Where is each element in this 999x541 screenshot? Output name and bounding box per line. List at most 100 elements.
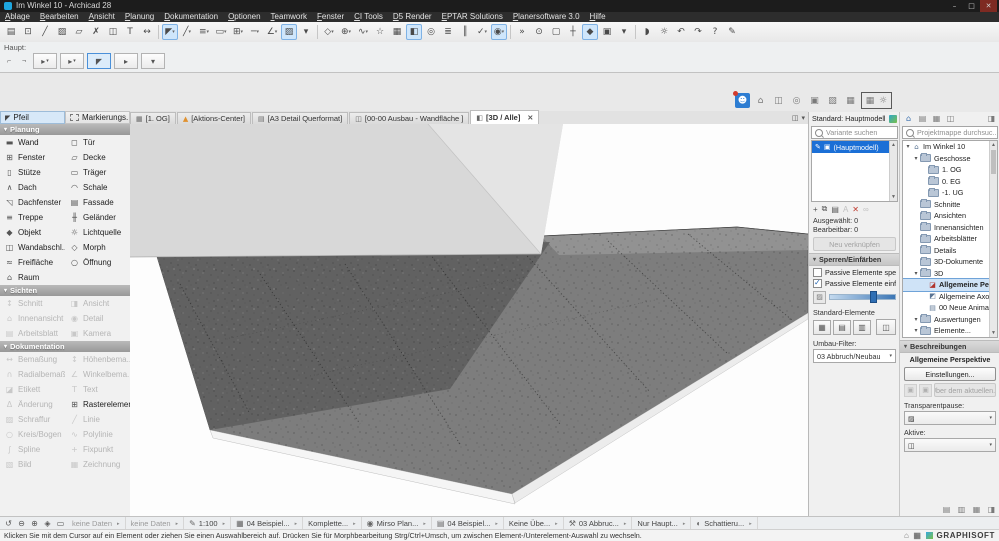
angle-icon[interactable]: ∠ bbox=[264, 24, 280, 40]
tool-schale[interactable]: ◠Schale bbox=[65, 180, 130, 195]
tree-item-0-eg[interactable]: 0. EG bbox=[903, 176, 997, 188]
tool-stuetze[interactable]: ▯Stütze bbox=[0, 165, 65, 180]
zoom-out-icon[interactable]: ⊖ bbox=[15, 519, 28, 528]
model-compare-icon[interactable]: ◫ bbox=[771, 93, 786, 108]
tool-polylinie[interactable]: ∿Polylinie bbox=[65, 427, 130, 442]
history-back-icon[interactable]: ↺ bbox=[2, 519, 15, 528]
tool-bemassung[interactable]: ↔Bemaßung bbox=[0, 352, 65, 367]
menu-hilfe[interactable]: Hilfe bbox=[585, 12, 611, 22]
expander-icon[interactable]: ▾ bbox=[904, 143, 912, 150]
lock-section-header[interactable]: Sperren/Einfärben bbox=[809, 253, 900, 266]
duplicate-icon[interactable]: ⧉ bbox=[822, 204, 828, 214]
check-dropdown-icon[interactable]: ✓ bbox=[474, 24, 490, 40]
variant-search-input[interactable]: Variante suchen bbox=[811, 126, 898, 139]
settings-button[interactable]: Einstellungen... bbox=[904, 367, 996, 381]
tool-raum[interactable]: ⌂Raum bbox=[0, 270, 65, 285]
menu-d5-render[interactable]: D5 Render bbox=[388, 12, 437, 22]
add-icon[interactable]: + bbox=[813, 205, 818, 214]
relink-button[interactable]: Neu verknüpfen bbox=[813, 237, 896, 251]
dock-left-icon[interactable]: ⌐ bbox=[3, 55, 15, 67]
close-button[interactable]: ✕ bbox=[980, 0, 997, 12]
arrow-tool-icon[interactable]: ◤ bbox=[162, 24, 178, 40]
grid-view-icon[interactable]: ▦ bbox=[813, 320, 831, 335]
tool-schraffur[interactable]: ▨Schraffur bbox=[0, 412, 65, 427]
mesh-icon[interactable]: ▦ bbox=[389, 24, 405, 40]
tab-3d-alle[interactable]: ◧[3D / Alle]✕ bbox=[470, 110, 539, 124]
explore-icon[interactable]: » bbox=[514, 24, 530, 40]
next-combo-button[interactable]: ▸▾ bbox=[60, 53, 84, 69]
camera-icon[interactable]: ▣ bbox=[807, 93, 822, 108]
arrow-cursor-button[interactable]: ◤ bbox=[87, 53, 111, 69]
folder-icon[interactable]: ▤ bbox=[831, 205, 839, 214]
crosshair-icon[interactable]: ┼ bbox=[565, 24, 581, 40]
layout-book-icon[interactable]: ▦ bbox=[931, 113, 942, 124]
expander-icon[interactable]: ▾ bbox=[912, 270, 920, 277]
scrollbar-thumb[interactable] bbox=[991, 150, 996, 174]
menu-teamwork[interactable]: Teamwork bbox=[266, 12, 312, 22]
dock-right-icon[interactable]: ¬ bbox=[18, 55, 30, 67]
render-icon[interactable]: ▧ bbox=[825, 93, 840, 108]
fit-view-icon[interactable]: ▭ bbox=[54, 519, 67, 528]
rename-icon[interactable]: A bbox=[843, 205, 848, 214]
layout-panel-icon[interactable]: ◧ bbox=[406, 24, 422, 40]
tool-freiflaeche[interactable]: ≈Freifläche bbox=[0, 255, 65, 270]
tool-fassade[interactable]: ▤Fassade bbox=[65, 195, 130, 210]
menu-ablage[interactable]: Ablage bbox=[0, 12, 35, 22]
tab-1-og[interactable]: ▦[1. OG] bbox=[130, 112, 176, 124]
minimize-button[interactable]: – bbox=[946, 0, 963, 12]
spline-icon[interactable]: ∿ bbox=[355, 24, 371, 40]
text-style-icon[interactable]: T bbox=[122, 24, 138, 40]
pen-weight-icon[interactable]: ≡ bbox=[196, 24, 212, 40]
arrow-tool-tab[interactable]: ◤ Pfeil bbox=[0, 111, 65, 124]
view-map-icon[interactable]: ▤ bbox=[917, 113, 928, 124]
toolbox-section-sichten[interactable]: Sichten bbox=[0, 285, 130, 296]
publisher-icon[interactable]: ◫ bbox=[945, 113, 956, 124]
tree-item-im-winkel-10[interactable]: ▾⌂Im Winkel 10 bbox=[903, 141, 997, 153]
tool-wandabschluss[interactable]: ◫Wandabschl... bbox=[0, 240, 65, 255]
circle-icon[interactable]: ⊕ bbox=[338, 24, 354, 40]
undo-icon[interactable]: ↶ bbox=[673, 24, 689, 40]
tool-kamera[interactable]: ▣Kamera bbox=[65, 326, 130, 341]
split-view-icon[interactable]: ◨ bbox=[986, 504, 997, 515]
list-view-icon[interactable]: ▥ bbox=[956, 504, 967, 515]
above-current-button[interactable]: Über dem aktuellen... bbox=[934, 383, 996, 397]
redo-icon[interactable]: ↷ bbox=[690, 24, 706, 40]
tree-scrollbar[interactable]: ▲ ▼ bbox=[989, 141, 997, 337]
zoom-in-icon[interactable]: ⊕ bbox=[28, 519, 41, 528]
tab-menu-icon[interactable]: ▾ bbox=[801, 114, 805, 122]
tool-traeger[interactable]: ▭Träger bbox=[65, 165, 130, 180]
toolbox-section-planung[interactable]: Planung bbox=[0, 124, 130, 135]
menu-ansicht[interactable]: Ansicht bbox=[84, 12, 120, 22]
detail-toggle-icon[interactable]: ◫ bbox=[876, 319, 896, 335]
tree-item-innenansichten[interactable]: Innenansichten bbox=[903, 222, 997, 234]
scroll-up-icon[interactable]: ▲ bbox=[990, 141, 997, 149]
project-map-icon[interactable]: ⌂ bbox=[903, 113, 914, 124]
renovation-filter-dropdown[interactable]: 03 Abbruch/Neubau ▾ bbox=[813, 349, 896, 363]
tree-item-allgemeine-axonometrie[interactable]: ◩Allgemeine Axonom... bbox=[903, 291, 997, 303]
active-reference-dropdown[interactable]: ◫ ▾ bbox=[904, 438, 996, 452]
tool-rasterelement[interactable]: ⊞Rasterelement bbox=[65, 397, 130, 412]
tree-item-neue-animations[interactable]: ▤00 Neue Animations... bbox=[903, 302, 997, 314]
variant-list-scrollbar[interactable]: ▲ ▼ bbox=[889, 141, 897, 201]
menu-optionen[interactable]: Optionen bbox=[223, 12, 265, 22]
line-type-icon[interactable]: ╱ bbox=[179, 24, 195, 40]
menu-planung[interactable]: Planung bbox=[120, 12, 159, 22]
tool-morph[interactable]: ◇Morph bbox=[65, 240, 130, 255]
play-button[interactable]: ▸ bbox=[114, 53, 138, 69]
tool-tuer[interactable]: ◻Tür bbox=[65, 135, 130, 150]
camera-icon[interactable]: ▣ bbox=[599, 24, 615, 40]
tool-fenster[interactable]: ⊞Fenster bbox=[0, 150, 65, 165]
orbit-icon[interactable]: ◎ bbox=[423, 24, 439, 40]
project-search-input[interactable]: Projektmappe durchsuc... bbox=[902, 126, 998, 139]
tool-winkelbemassung[interactable]: ∠Winkelbema... bbox=[65, 367, 130, 382]
tree-item-arbeitsblaetter[interactable]: Arbeitsblätter bbox=[903, 233, 997, 245]
scroll-down-icon[interactable]: ▼ bbox=[990, 329, 997, 337]
properties-icon[interactable]: ◨ bbox=[986, 113, 997, 124]
document-icon[interactable]: ▤ bbox=[3, 24, 19, 40]
home-icon[interactable]: ⌂ bbox=[904, 531, 909, 540]
rect-method-icon[interactable]: ▭ bbox=[213, 24, 229, 40]
annotate-icon[interactable]: ◗ bbox=[639, 24, 655, 40]
tool-arbeitsblatt[interactable]: ▤Arbeitsblatt bbox=[0, 326, 65, 341]
tree-item-geschosse[interactable]: ▾Geschosse bbox=[903, 153, 997, 165]
dash-type-icon[interactable]: ─ bbox=[247, 24, 263, 40]
